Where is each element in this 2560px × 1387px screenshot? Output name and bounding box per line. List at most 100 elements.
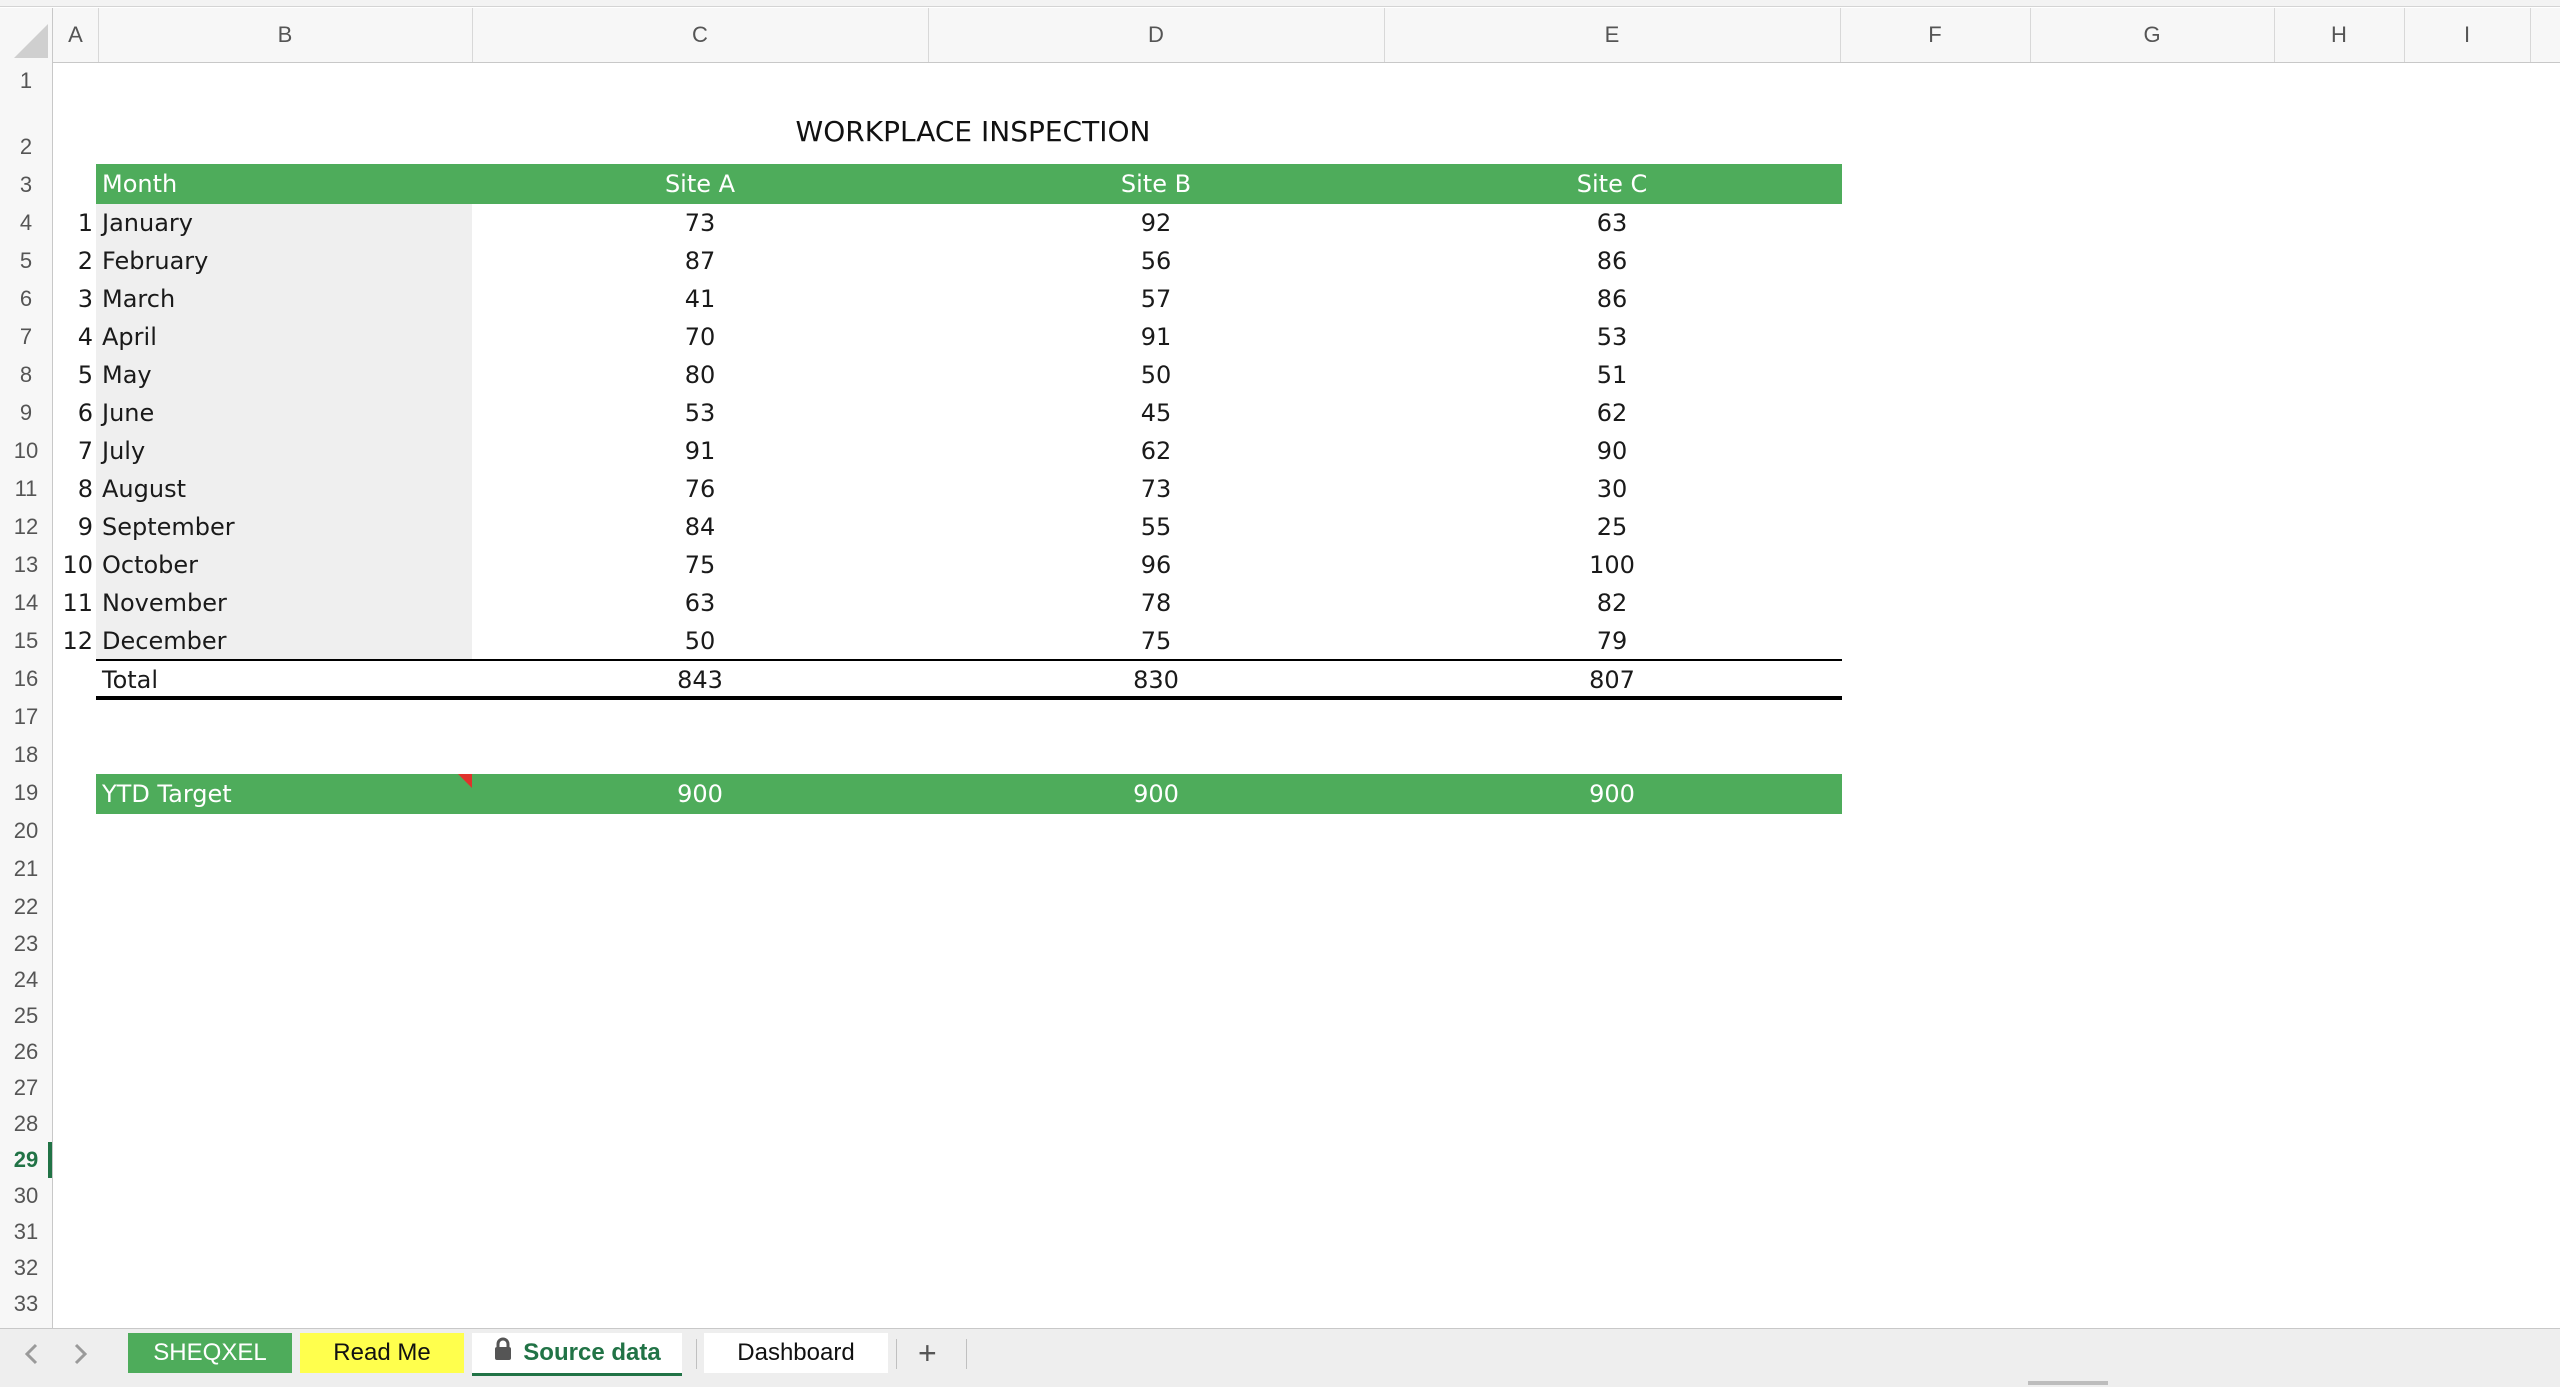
row-index[interactable]: 1: [53, 204, 93, 242]
tab-read-me[interactable]: Read Me: [300, 1333, 464, 1373]
site-b-cell[interactable]: 57: [928, 280, 1384, 318]
site-c-cell[interactable]: 82: [1384, 584, 1840, 622]
row-header[interactable]: 17: [0, 698, 52, 736]
ytd-target-site-a[interactable]: 900: [472, 774, 928, 814]
column-header-b[interactable]: B: [98, 8, 473, 62]
row-index[interactable]: 10: [53, 546, 93, 584]
column-header-e[interactable]: E: [1384, 8, 1841, 62]
month-cell[interactable]: July: [102, 432, 145, 470]
site-a-cell[interactable]: 87: [472, 242, 928, 280]
row-header[interactable]: 19: [0, 774, 52, 812]
month-cell[interactable]: September: [102, 508, 235, 546]
site-b-cell[interactable]: 73: [928, 470, 1384, 508]
row-header[interactable]: 7: [0, 318, 52, 356]
month-cell[interactable]: November: [102, 584, 227, 622]
site-c-cell[interactable]: 53: [1384, 318, 1840, 356]
site-a-cell[interactable]: 70: [472, 318, 928, 356]
column-header-d[interactable]: D: [928, 8, 1385, 62]
total-site-a[interactable]: 843: [472, 661, 928, 699]
chevron-left-icon[interactable]: [24, 1343, 40, 1371]
site-c-cell[interactable]: 51: [1384, 356, 1840, 394]
row-index[interactable]: 8: [53, 470, 93, 508]
row-index[interactable]: 4: [53, 318, 93, 356]
site-c-cell[interactable]: 62: [1384, 394, 1840, 432]
month-cell[interactable]: August: [102, 470, 186, 508]
site-c-cell[interactable]: 86: [1384, 242, 1840, 280]
row-header[interactable]: 26: [0, 1034, 52, 1070]
column-header-a[interactable]: A: [53, 8, 99, 62]
row-header[interactable]: 24: [0, 962, 52, 998]
column-header-g[interactable]: G: [2030, 8, 2275, 62]
site-a-cell[interactable]: 41: [472, 280, 928, 318]
row-header[interactable]: 13: [0, 546, 52, 584]
month-cell[interactable]: October: [102, 546, 198, 584]
row-header[interactable]: 23: [0, 926, 52, 962]
ytd-target-site-b[interactable]: 900: [928, 774, 1384, 814]
row-index[interactable]: 11: [53, 584, 93, 622]
month-cell[interactable]: January: [102, 204, 193, 242]
cell-comment-indicator-icon[interactable]: [458, 774, 472, 788]
site-c-cell[interactable]: 63: [1384, 204, 1840, 242]
column-header-i[interactable]: I: [2404, 8, 2531, 62]
horizontal-scrollbar-thumb[interactable]: [2028, 1381, 2108, 1385]
row-header[interactable]: 16: [0, 660, 52, 698]
column-header-h[interactable]: H: [2274, 8, 2405, 62]
month-cell[interactable]: February: [102, 242, 208, 280]
header-site-c[interactable]: Site C: [1384, 164, 1840, 204]
row-header[interactable]: 9: [0, 394, 52, 432]
ytd-target-site-c[interactable]: 900: [1384, 774, 1840, 814]
row-header[interactable]: 5: [0, 242, 52, 280]
site-c-cell[interactable]: 90: [1384, 432, 1840, 470]
select-all-corner[interactable]: [0, 8, 53, 62]
site-b-cell[interactable]: 92: [928, 204, 1384, 242]
row-header[interactable]: 3: [0, 166, 52, 204]
row-header[interactable]: 20: [0, 812, 52, 850]
row-header[interactable]: 25: [0, 998, 52, 1034]
row-header[interactable]: 32: [0, 1250, 52, 1286]
site-b-cell[interactable]: 62: [928, 432, 1384, 470]
site-b-cell[interactable]: 91: [928, 318, 1384, 356]
header-site-b[interactable]: Site B: [928, 164, 1384, 204]
site-a-cell[interactable]: 63: [472, 584, 928, 622]
header-site-a[interactable]: Site A: [472, 164, 928, 204]
row-header[interactable]: 22: [0, 888, 52, 926]
row-header[interactable]: 14: [0, 584, 52, 622]
row-index[interactable]: 12: [53, 622, 93, 660]
row-header[interactable]: 28: [0, 1106, 52, 1142]
site-b-cell[interactable]: 55: [928, 508, 1384, 546]
site-a-cell[interactable]: 76: [472, 470, 928, 508]
row-header[interactable]: 15: [0, 622, 52, 660]
row-index[interactable]: 5: [53, 356, 93, 394]
worksheet-grid[interactable]: WORKPLACE INSPECTION Month Site A Site B…: [53, 62, 2560, 1328]
add-sheet-button[interactable]: +: [918, 1333, 937, 1373]
month-cell[interactable]: April: [102, 318, 157, 356]
row-header[interactable]: 1: [0, 66, 52, 96]
row-header[interactable]: 2: [0, 132, 52, 162]
site-a-cell[interactable]: 53: [472, 394, 928, 432]
chevron-right-icon[interactable]: [72, 1343, 88, 1371]
site-a-cell[interactable]: 73: [472, 204, 928, 242]
month-cell[interactable]: May: [102, 356, 152, 394]
site-a-cell[interactable]: 80: [472, 356, 928, 394]
row-header[interactable]: 30: [0, 1178, 52, 1214]
ytd-target-label[interactable]: YTD Target: [102, 774, 232, 814]
row-header[interactable]: 11: [0, 470, 52, 508]
tab-sheqxel[interactable]: SHEQXEL: [128, 1333, 292, 1373]
site-a-cell[interactable]: 91: [472, 432, 928, 470]
row-header[interactable]: 27: [0, 1070, 52, 1106]
site-a-cell[interactable]: 75: [472, 546, 928, 584]
row-header[interactable]: 33: [0, 1286, 52, 1322]
row-header-active[interactable]: 29: [0, 1142, 52, 1178]
column-header-c[interactable]: C: [472, 8, 929, 62]
header-month[interactable]: Month: [102, 164, 177, 204]
site-b-cell[interactable]: 56: [928, 242, 1384, 280]
total-site-b[interactable]: 830: [928, 661, 1384, 699]
site-c-cell[interactable]: 100: [1384, 546, 1840, 584]
total-site-c[interactable]: 807: [1384, 661, 1840, 699]
month-cell[interactable]: June: [102, 394, 154, 432]
row-header[interactable]: 31: [0, 1214, 52, 1250]
row-header[interactable]: 18: [0, 736, 52, 774]
site-b-cell[interactable]: 50: [928, 356, 1384, 394]
month-cell[interactable]: March: [102, 280, 175, 318]
site-b-cell[interactable]: 78: [928, 584, 1384, 622]
